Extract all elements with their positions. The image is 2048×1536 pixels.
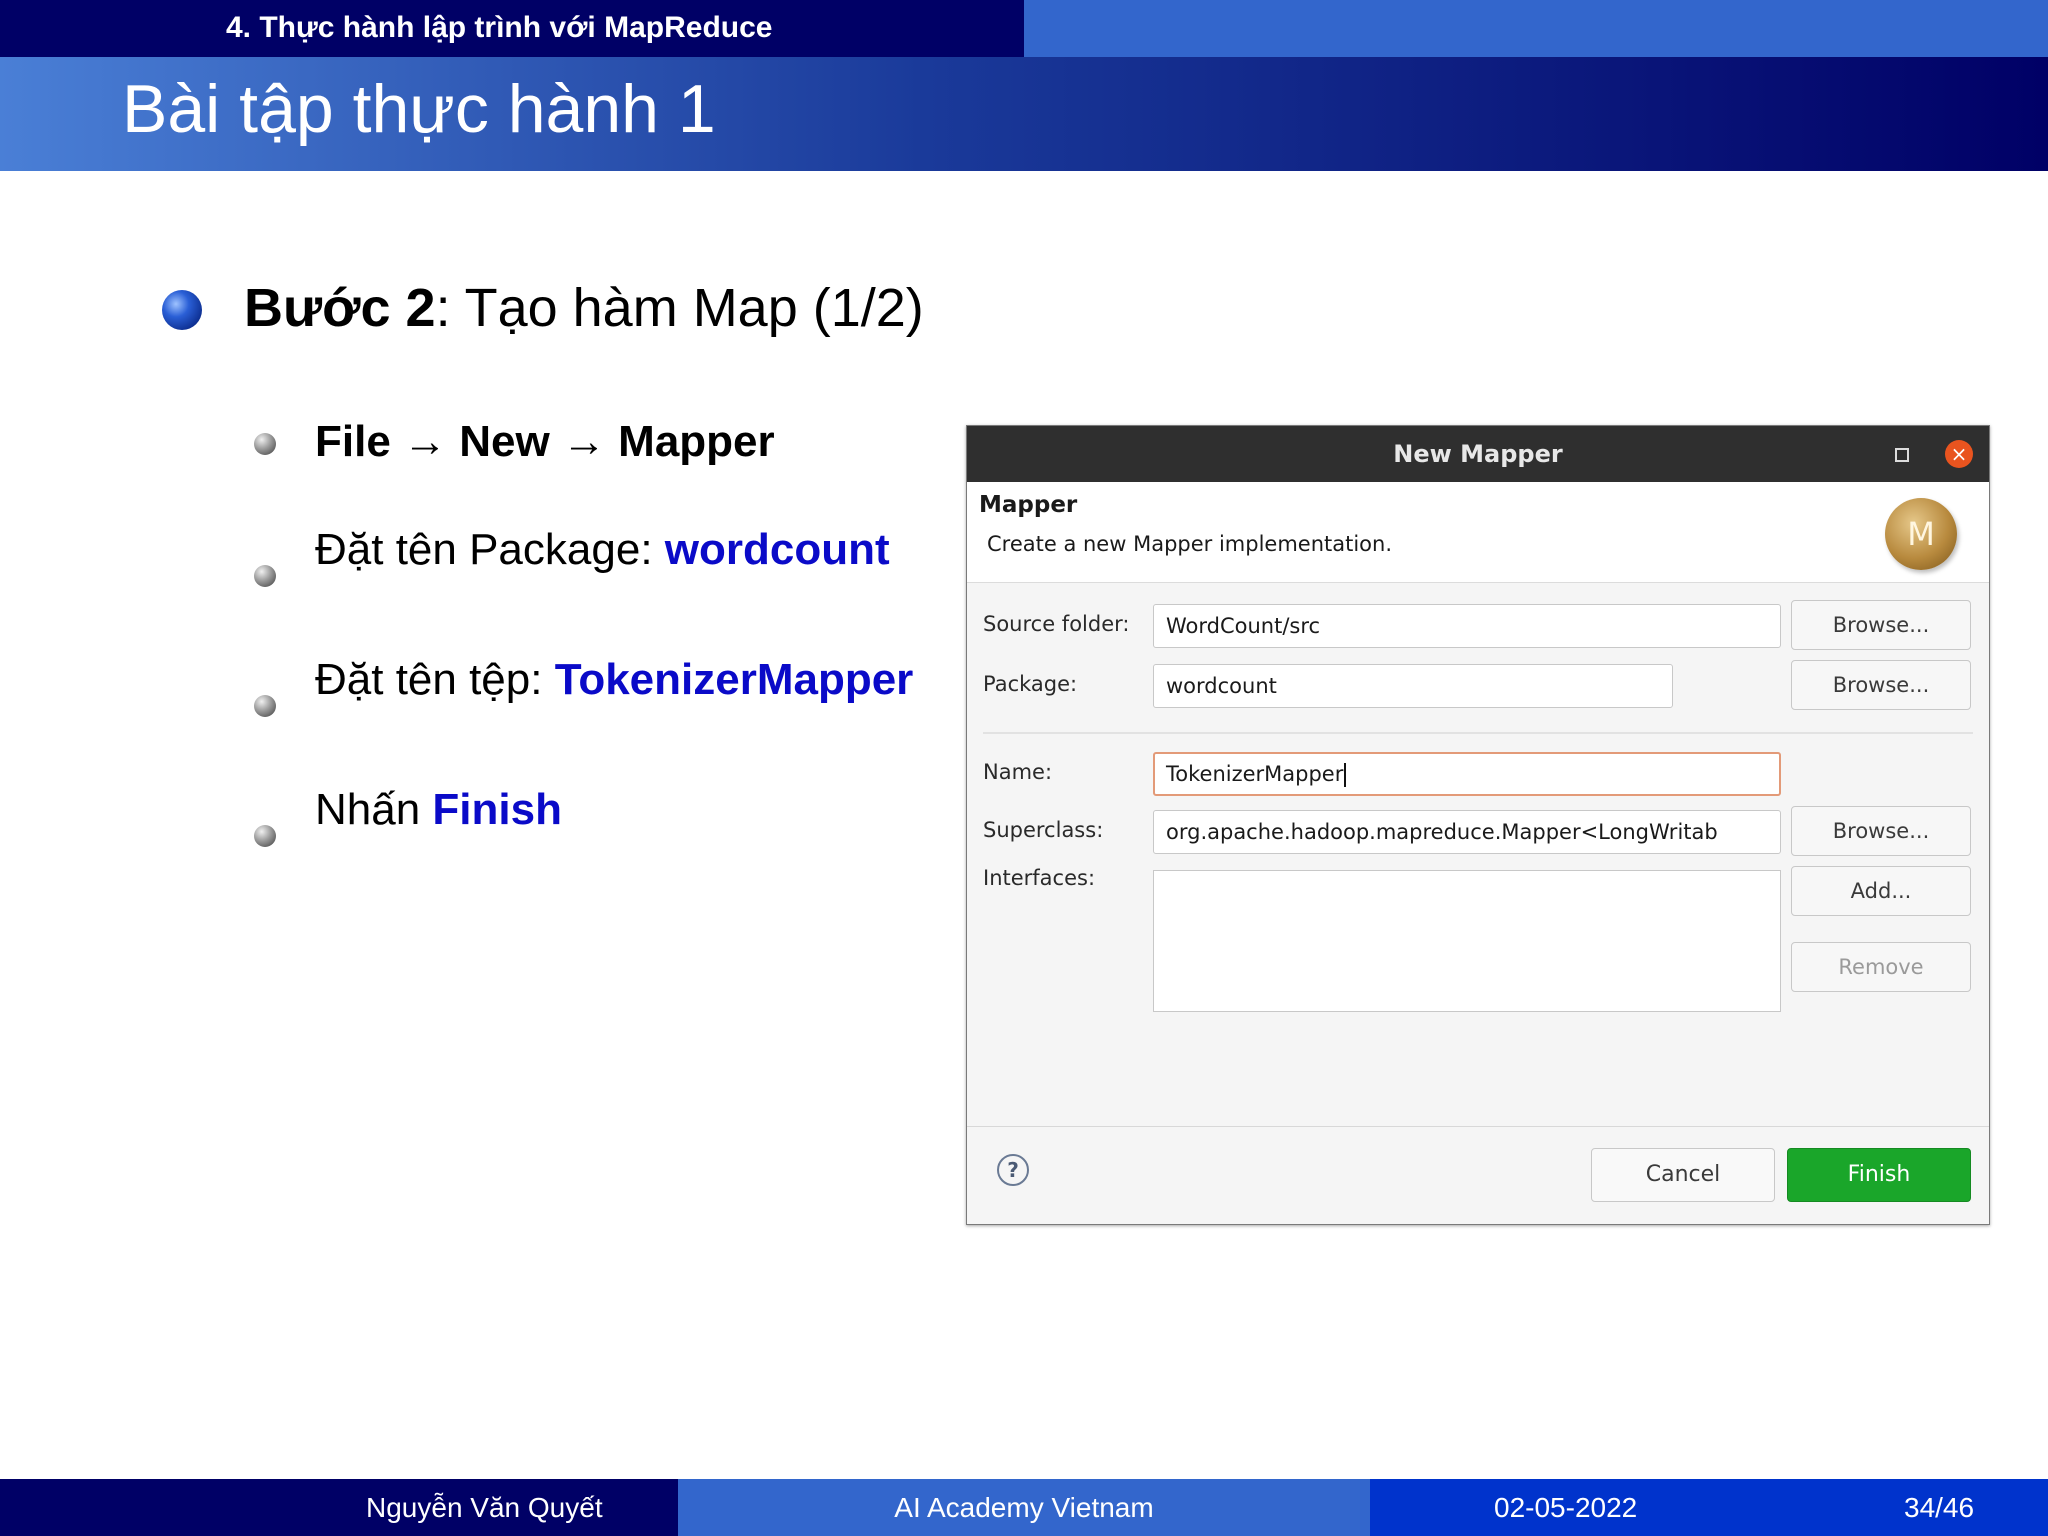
text-caret <box>1344 763 1347 787</box>
footer-page-number: 34/46 <box>1904 1492 1975 1523</box>
superclass-label: Superclass: <box>983 818 1104 842</box>
main-bullet-icon <box>162 290 202 330</box>
sub-bullet-icon <box>254 825 276 847</box>
name-input-value: TokenizerMapper <box>1166 762 1344 786</box>
dialog-titlebar[interactable]: New Mapper × <box>967 426 1989 482</box>
dialog-footer-separator <box>967 1126 1989 1127</box>
dialog-header-title: Mapper <box>979 492 1078 518</box>
help-icon[interactable]: ? <box>997 1154 1029 1186</box>
source-folder-input[interactable]: WordCount/src <box>1153 604 1781 648</box>
superclass-browse-button[interactable]: Browse... <box>1791 806 1971 856</box>
footer-author: Nguyễn Văn Quyết <box>366 1492 603 1523</box>
section-label: 4. Thực hành lập trình với MapReduce <box>226 11 773 44</box>
finish-instruction: Nhấn Finish <box>315 782 562 838</box>
source-folder-browse-button[interactable]: Browse... <box>1791 600 1971 650</box>
slide-title: Bài tập thực hành 1 <box>122 71 716 147</box>
add-interface-button[interactable]: Add... <box>1791 866 1971 916</box>
dialog-header-description: Create a new Mapper implementation. <box>987 532 1393 556</box>
interfaces-label: Interfaces: <box>983 866 1096 890</box>
finish-button[interactable]: Finish <box>1787 1148 1971 1202</box>
package-browse-button[interactable]: Browse... <box>1791 660 1971 710</box>
footer-date-bar: 02-05-2022 34/46 <box>1370 1479 2048 1536</box>
sub-bullet-icon <box>254 433 276 455</box>
name-input[interactable]: TokenizerMapper <box>1153 752 1781 796</box>
package-instruction-value: wordcount <box>664 525 890 574</box>
close-icon[interactable]: × <box>1945 440 1973 468</box>
finish-instruction-value: Finish <box>432 785 562 834</box>
superclass-input[interactable]: org.apache.hadoop.mapreduce.Mapper<LongW… <box>1153 810 1781 854</box>
package-instruction: Đặt tên Package: wordcount <box>315 522 890 578</box>
footer-author-bar: Nguyễn Văn Quyết <box>0 1479 678 1536</box>
new-mapper-dialog: New Mapper × Mapper Create a new Mapper … <box>966 425 1990 1225</box>
file-instruction-value: TokenizerMapper <box>554 655 914 704</box>
footer-organization: AI Academy Vietnam <box>678 1479 1370 1536</box>
finish-instruction-label: Nhấn <box>315 785 433 834</box>
sub-bullet-icon <box>254 695 276 717</box>
remove-interface-button[interactable]: Remove <box>1791 942 1971 992</box>
dialog-header: Mapper Create a new Mapper implementatio… <box>967 482 1989 583</box>
cancel-button[interactable]: Cancel <box>1591 1148 1775 1202</box>
footer-date: 02-05-2022 <box>1494 1492 1638 1523</box>
step-description: : Tạo hàm Map (1/2) <box>435 278 924 338</box>
mapper-wizard-icon: M <box>1885 498 1957 570</box>
main-bullet-text: Bước 2: Tạo hàm Map (1/2) <box>244 270 924 346</box>
file-instruction: Đặt tên tệp: TokenizerMapper <box>315 652 913 708</box>
package-input[interactable]: wordcount <box>1153 664 1673 708</box>
package-label: Package: <box>983 672 1078 696</box>
step-label: Bước 2 <box>244 278 436 338</box>
maximize-icon[interactable] <box>1895 448 1909 462</box>
sub-bullet-icon <box>254 565 276 587</box>
menu-path-text: File → New → Mapper <box>315 417 775 466</box>
source-folder-label: Source folder: <box>983 612 1130 636</box>
name-label: Name: <box>983 760 1053 784</box>
dialog-title: New Mapper <box>1393 440 1563 468</box>
package-instruction-label: Đặt tên Package: <box>315 525 665 574</box>
interfaces-list[interactable] <box>1153 870 1781 1012</box>
form-separator <box>983 732 1973 734</box>
file-instruction-label: Đặt tên tệp: <box>315 655 555 704</box>
